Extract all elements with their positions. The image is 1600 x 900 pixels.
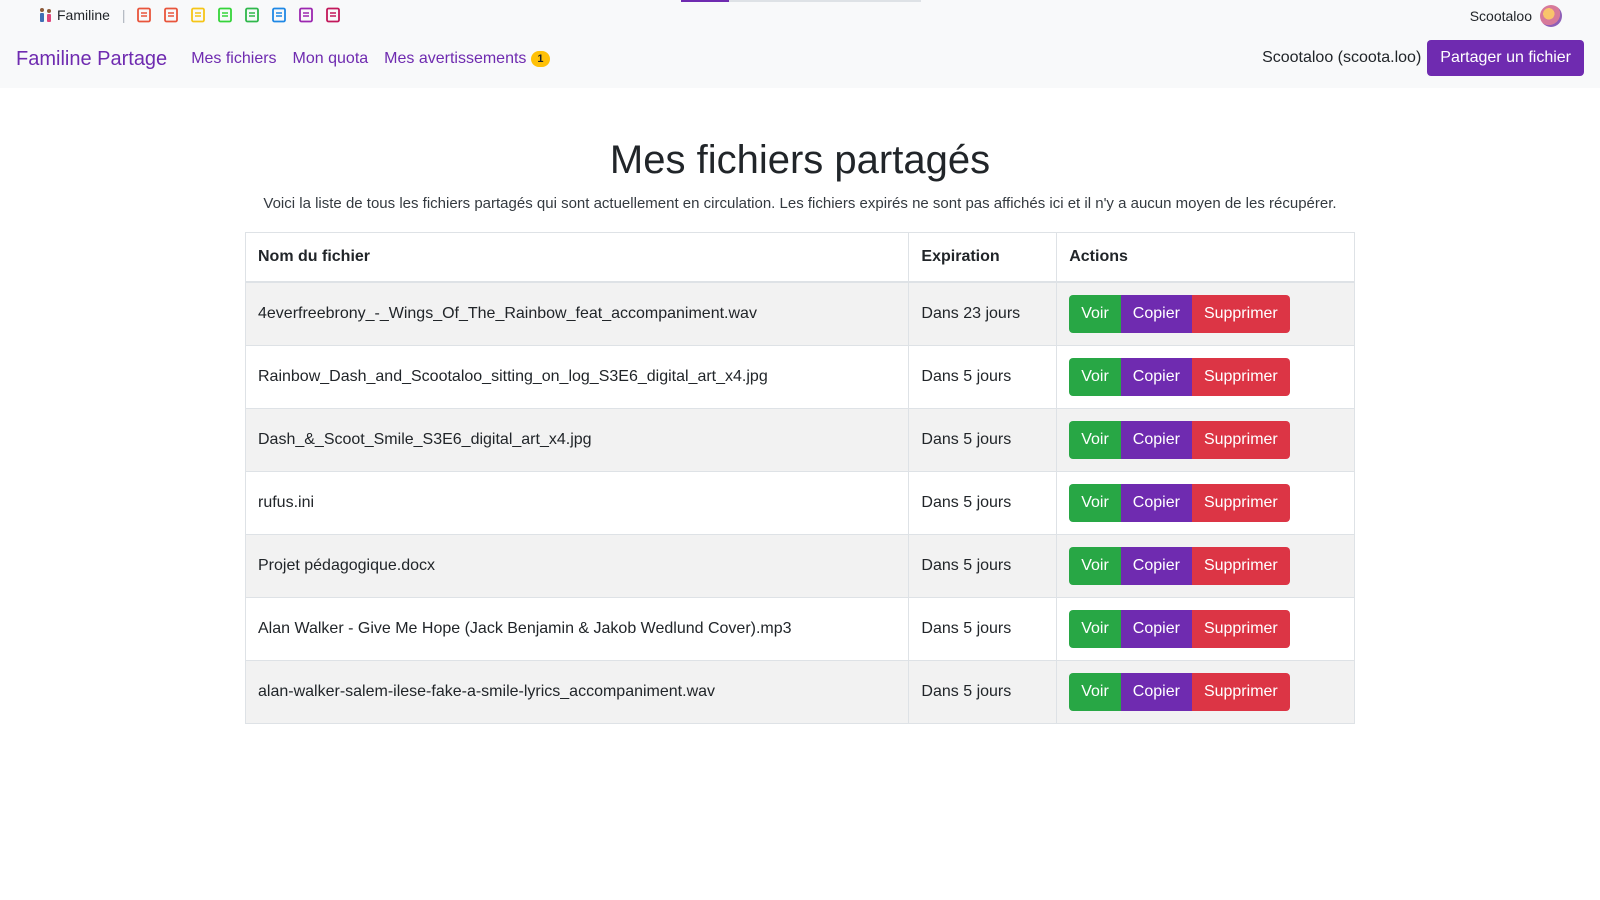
- contact-icon[interactable]: [325, 7, 341, 23]
- page-description: Voici la liste de tous les fichiers part…: [263, 195, 1337, 212]
- share-file-button[interactable]: Partager un fichier: [1427, 40, 1584, 76]
- file-expiration: Dans 5 jours: [908, 345, 1058, 409]
- copy-button[interactable]: Copier: [1120, 673, 1192, 711]
- file-expiration: Dans 5 jours: [908, 597, 1058, 661]
- view-button[interactable]: Voir: [1069, 484, 1121, 522]
- file-name: Rainbow_Dash_and_Scootaloo_sitting_on_lo…: [244, 345, 910, 409]
- file-name: 4everfreebrony_-_Wings_Of_The_Rainbow_fe…: [244, 281, 910, 346]
- delete-button[interactable]: Supprimer: [1191, 358, 1290, 396]
- file-expiration: Dans 5 jours: [908, 408, 1058, 472]
- file-name: alan-walker-salem-ilese-fake-a-smile-lyr…: [244, 660, 910, 724]
- loading-progress: [681, 0, 921, 2]
- main-navbar: Familine Partage Mes fichiers Mon quota …: [0, 30, 1600, 88]
- copy-button[interactable]: Copier: [1120, 610, 1192, 648]
- file-actions: Voir Copier Supprimer: [1056, 597, 1355, 661]
- delete-button[interactable]: Supprimer: [1191, 295, 1290, 333]
- file-name: Dash_&_Scoot_Smile_S3E6_digital_art_x4.j…: [244, 408, 910, 472]
- bookmark-icon[interactable]: [163, 7, 179, 23]
- book-icon[interactable]: [190, 7, 206, 23]
- copy-button[interactable]: Copier: [1120, 547, 1192, 585]
- warnings-count-badge: 1: [531, 51, 550, 67]
- view-button[interactable]: Voir: [1069, 610, 1121, 648]
- file-actions: Voir Copier Supprimer: [1056, 281, 1355, 346]
- file-actions: Voir Copier Supprimer: [1056, 345, 1355, 409]
- column-header-filename: Nom du fichier: [244, 232, 910, 283]
- divider: |: [121, 7, 126, 23]
- column-header-expiration: Expiration: [908, 232, 1058, 283]
- table-row: rufus.ini Dans 5 jours Voir Copier Supprimer: [244, 471, 1355, 535]
- user-menu[interactable]: Scootaloo: [1470, 5, 1562, 27]
- copy-button[interactable]: Copier: [1120, 358, 1192, 396]
- page-title: Mes fichiers partagés: [609, 138, 991, 182]
- view-button[interactable]: Voir: [1069, 295, 1121, 333]
- nav-my-files[interactable]: Mes fichiers: [191, 50, 276, 68]
- main-content: Mes fichiers partagés Voici la liste de …: [244, 136, 1355, 724]
- view-button[interactable]: Voir: [1069, 547, 1121, 585]
- app-launcher: [136, 7, 341, 23]
- delete-button[interactable]: Supprimer: [1191, 673, 1290, 711]
- user-name: Scootaloo: [1469, 8, 1532, 24]
- calendar-icon[interactable]: [244, 7, 260, 23]
- table-row: Alan Walker - Give Me Hope (Jack Benjami…: [244, 597, 1355, 661]
- copy-button[interactable]: Copier: [1120, 421, 1192, 459]
- site-title[interactable]: Familine Partage: [16, 48, 167, 71]
- nav-my-warnings-label: Mes avertissements: [384, 50, 527, 67]
- file-name: Projet pédagogique.docx: [244, 534, 910, 598]
- upload-icon[interactable]: [298, 7, 314, 23]
- delete-button[interactable]: Supprimer: [1191, 547, 1290, 585]
- document-icon[interactable]: [136, 7, 152, 23]
- file-actions: Voir Copier Supprimer: [1056, 660, 1355, 724]
- current-user-label: Scootaloo (scoota.loo): [1262, 49, 1422, 66]
- copy-button[interactable]: Copier: [1120, 484, 1192, 522]
- table-row: 4everfreebrony_-_Wings_Of_The_Rainbow_fe…: [244, 281, 1355, 346]
- file-expiration: Dans 23 jours: [908, 281, 1058, 346]
- view-button[interactable]: Voir: [1069, 421, 1121, 459]
- family-icon: [38, 7, 54, 23]
- view-button[interactable]: Voir: [1069, 358, 1121, 396]
- file-expiration: Dans 5 jours: [908, 471, 1058, 535]
- view-button[interactable]: Voir: [1069, 673, 1121, 711]
- delete-button[interactable]: Supprimer: [1191, 610, 1290, 648]
- nav-my-warnings[interactable]: Mes avertissements 1: [384, 50, 550, 68]
- column-header-actions: Actions: [1056, 232, 1355, 283]
- avatar: [1540, 5, 1562, 27]
- delete-button[interactable]: Supprimer: [1191, 484, 1290, 522]
- table-row: Rainbow_Dash_and_Scootaloo_sitting_on_lo…: [244, 345, 1355, 409]
- familine-home-link[interactable]: Familine: [38, 7, 110, 23]
- file-expiration: Dans 5 jours: [908, 534, 1058, 598]
- table-row: Dash_&_Scoot_Smile_S3E6_digital_art_x4.j…: [244, 408, 1355, 472]
- diagram-icon[interactable]: [271, 7, 287, 23]
- table-row: alan-walker-salem-ilese-fake-a-smile-lyr…: [244, 660, 1355, 724]
- familine-label: Familine: [57, 7, 110, 23]
- file-name: Alan Walker - Give Me Hope (Jack Benjami…: [244, 597, 910, 661]
- file-actions: Voir Copier Supprimer: [1056, 471, 1355, 535]
- loading-progress-fill: [681, 0, 729, 2]
- atom-icon[interactable]: [217, 7, 233, 23]
- file-actions: Voir Copier Supprimer: [1056, 534, 1355, 598]
- app-bar: Familine | Scootaloo: [0, 0, 1600, 30]
- shared-files-table: Nom du fichier Expiration Actions 4everf…: [244, 232, 1355, 724]
- delete-button[interactable]: Supprimer: [1191, 421, 1290, 459]
- file-actions: Voir Copier Supprimer: [1056, 408, 1355, 472]
- file-name: rufus.ini: [244, 471, 910, 535]
- file-expiration: Dans 5 jours: [908, 660, 1058, 724]
- nav-my-quota[interactable]: Mon quota: [293, 50, 369, 68]
- copy-button[interactable]: Copier: [1120, 295, 1192, 333]
- table-row: Projet pédagogique.docx Dans 5 jours Voir C…: [244, 534, 1355, 598]
